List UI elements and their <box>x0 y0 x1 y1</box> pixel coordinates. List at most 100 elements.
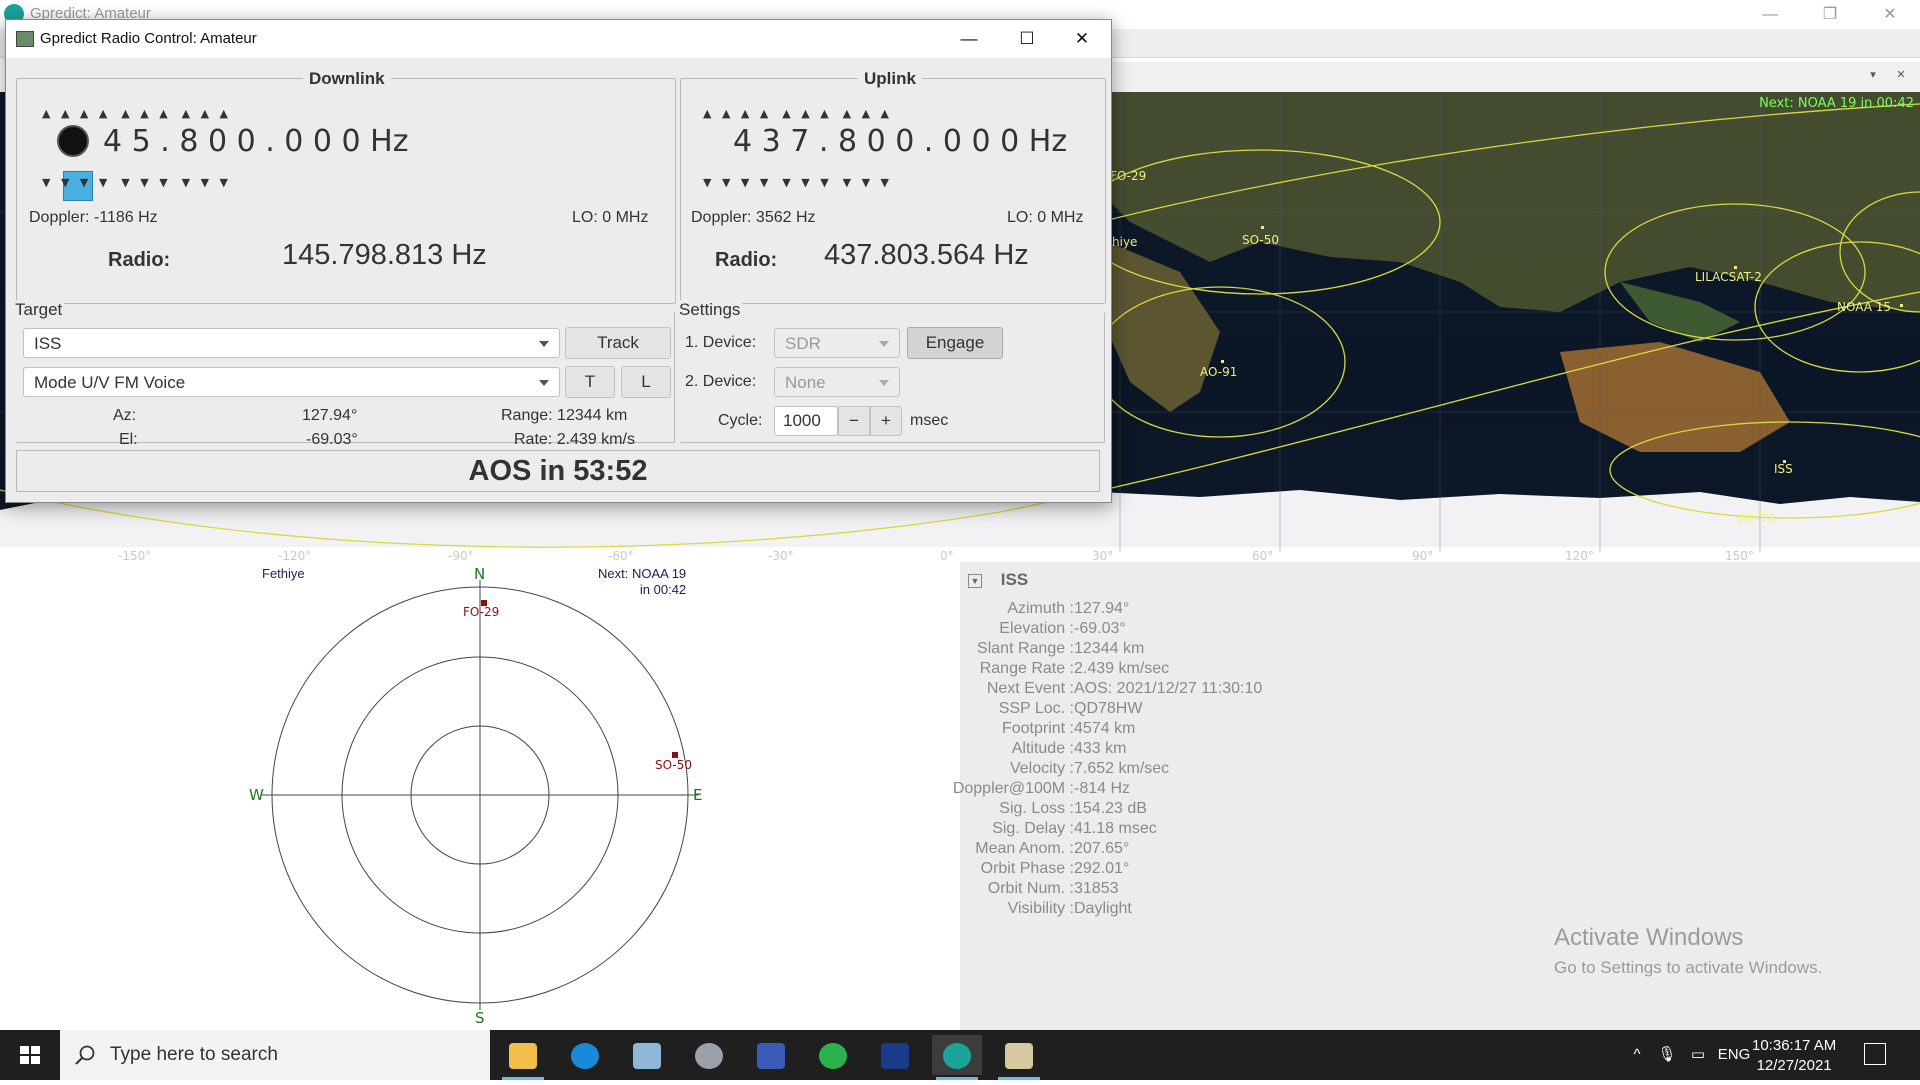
details-row-value: 41.18 msec <box>1074 820 1157 837</box>
chevron-down-icon <box>879 380 889 386</box>
collapse-icon[interactable]: ▼ <box>968 573 982 588</box>
details-row-value: 433 km <box>1074 740 1127 757</box>
cycle-input[interactable]: 1000 <box>774 406 838 436</box>
map-sat-label-iss: ISS <box>1774 462 1793 476</box>
main-minimize-button[interactable]: — <box>1740 0 1800 29</box>
aos-countdown: AOS in 53:52 <box>16 450 1100 492</box>
module-close-icon[interactable]: ✕ <box>1894 68 1908 82</box>
taskbar-app-9[interactable] <box>994 1035 1044 1080</box>
taskbar-file-explorer[interactable] <box>498 1035 548 1080</box>
main-restore-button[interactable]: ❐ <box>1800 0 1860 29</box>
chevron-down-icon <box>539 341 549 347</box>
track-button[interactable]: Track <box>565 327 671 359</box>
details-row: Orbit Phase :292.01° <box>960 860 1920 880</box>
device2-select[interactable]: None <box>774 367 900 397</box>
target-satellite-select[interactable]: ISS <box>23 328 560 358</box>
details-row: Sig. Delay :41.18 msec <box>960 820 1920 840</box>
uplink-down-arrows[interactable]: ▼ ▼ ▼ ▼ ▼ ▼ ▼ ▼ ▼ ▼ <box>703 176 889 189</box>
africa-landmass <box>1108 242 1220 412</box>
taskbar-gpredict[interactable] <box>932 1035 982 1080</box>
start-button[interactable] <box>0 1030 60 1080</box>
asia-landmass <box>1110 92 1920 312</box>
details-row-value: 154.23 dB <box>1074 800 1147 817</box>
l-button[interactable]: L <box>621 366 671 398</box>
cycle-label: Cycle: <box>718 412 763 429</box>
transponder-mode-select[interactable]: Mode U/V FM Voice <box>23 367 560 397</box>
details-row-label: Sig. Loss : <box>999 800 1074 817</box>
taskbar-wechat[interactable] <box>808 1035 858 1075</box>
polar-canvas: N S E W FO-29 SO-50 <box>249 565 702 1027</box>
details-row-label: Orbit Phase : <box>980 860 1074 877</box>
t-button[interactable]: T <box>565 366 615 398</box>
cycle-increment-button[interactable]: + <box>870 406 902 436</box>
details-row: Altitude :433 km <box>960 740 1920 760</box>
folder-icon <box>509 1043 537 1069</box>
uplink-doppler: Doppler: 3562 Hz <box>691 209 816 226</box>
dialog-title-bar[interactable]: Gpredict Radio Control: Amateur — ☐ ✕ <box>6 20 1111 58</box>
details-row-label: Next Event : <box>986 680 1074 697</box>
lon-tick: -90° <box>448 549 474 562</box>
map-sat-label-noaa15: NOAA 15 <box>1837 300 1891 314</box>
taskbar-clock[interactable]: 10:36:17 AM 12/27/2021 <box>1752 1036 1836 1076</box>
taskbar-sstv[interactable] <box>746 1035 796 1075</box>
taskbar-edge[interactable] <box>560 1035 610 1075</box>
radio-dialog-icon <box>16 31 34 47</box>
taskbar: Type here to search ^ 🎙 ▭ ENG 10:36:17 A… <box>0 1030 1920 1080</box>
downlink-doppler: Doppler: -1186 Hz <box>29 209 158 226</box>
windows-logo-icon <box>20 1046 40 1064</box>
compass-north: N <box>474 565 485 583</box>
details-row-value: 2.439 km/sec <box>1074 660 1170 677</box>
cycle-decrement-button[interactable]: − <box>838 406 870 436</box>
downlink-down-arrows[interactable]: ▼ ▼ ▼ ▼ ▼ ▼ ▼ ▼ ▼ ▼ <box>42 176 228 189</box>
taskbar-app-4[interactable] <box>684 1035 734 1075</box>
dialog-maximize-button[interactable]: ☐ <box>998 20 1056 58</box>
device1-select[interactable]: SDR <box>774 328 900 358</box>
details-row: Footprint :4574 km <box>960 720 1920 740</box>
details-row-label: Range Rate : <box>979 660 1074 677</box>
notification-center-icon[interactable] <box>1864 1043 1886 1065</box>
lon-tick: 30° <box>1092 549 1113 562</box>
lon-tick: -120° <box>278 549 311 562</box>
uplink-lo: LO: 0 MHz <box>1007 209 1084 226</box>
details-row-label: Altitude : <box>1011 740 1074 757</box>
settings-label: Settings <box>679 300 743 320</box>
app-icon <box>881 1043 909 1069</box>
dialog-minimize-button[interactable]: — <box>940 20 998 58</box>
details-row-label: Elevation : <box>999 620 1074 637</box>
target-label: Target <box>15 300 65 320</box>
app-icon <box>695 1043 723 1069</box>
downlink-up-arrows[interactable]: ▲ ▲ ▲ ▲ ▲ ▲ ▲ ▲ ▲ ▲ <box>42 107 228 120</box>
map-sat-label-lilacsat2: LILACSAT-2 <box>1695 270 1762 284</box>
microphone-icon[interactable]: 🎙 <box>1655 1030 1679 1080</box>
lon-tick: -150° <box>118 549 151 562</box>
details-row-value: AOS: 2021/12/27 11:30:10 <box>1074 680 1263 697</box>
uplink-up-arrows[interactable]: ▲ ▲ ▲ ▲ ▲ ▲ ▲ ▲ ▲ ▲ <box>703 107 889 120</box>
details-row-value: 12344 km <box>1074 640 1145 657</box>
details-row: SSP Loc. : QD78HW <box>960 700 1920 720</box>
taskbar-app-3[interactable] <box>622 1035 672 1075</box>
map-qth-label: hiye <box>1112 235 1137 249</box>
module-options-icon[interactable]: ▾ <box>1866 68 1880 82</box>
details-row-label: Doppler@100M : <box>952 780 1074 797</box>
taskbar-app-7[interactable] <box>870 1035 920 1075</box>
details-row-value: Daylight <box>1074 900 1132 917</box>
details-row-label: Velocity : <box>1009 760 1074 777</box>
uplink-frequency[interactable]: 4 3 7 . 8 0 0 . 0 0 0 Hz <box>733 124 1067 159</box>
engage-button[interactable]: Engage <box>907 327 1003 359</box>
details-row: Orbit Num. :31853 <box>960 880 1920 900</box>
polar-view[interactable]: N S E W FO-29 SO-50 Fethiye Next: NOAA 1… <box>0 562 960 1030</box>
details-header: ▼ ISS <box>968 570 1028 590</box>
tray-overflow-icon[interactable]: ^ <box>1625 1030 1649 1080</box>
range-value: Range: 12344 km <box>501 407 628 424</box>
dialog-close-button[interactable]: ✕ <box>1053 20 1111 58</box>
chevron-down-icon <box>879 341 889 347</box>
taskbar-search-box[interactable]: Type here to search <box>60 1030 490 1080</box>
language-indicator[interactable]: ENG <box>1716 1030 1752 1080</box>
device1-label: 1. Device: <box>685 334 757 351</box>
main-close-button[interactable]: ✕ <box>1860 0 1920 29</box>
battery-icon[interactable]: ▭ <box>1685 1030 1711 1080</box>
downlink-radio-label: Radio: <box>108 249 171 271</box>
dialog-title: Gpredict Radio Control: Amateur <box>40 30 257 47</box>
clock-date: 12/27/2021 <box>1756 1057 1832 1074</box>
downlink-frequency[interactable]: 4 5 . 8 0 0 . 0 0 0 Hz <box>103 124 408 159</box>
